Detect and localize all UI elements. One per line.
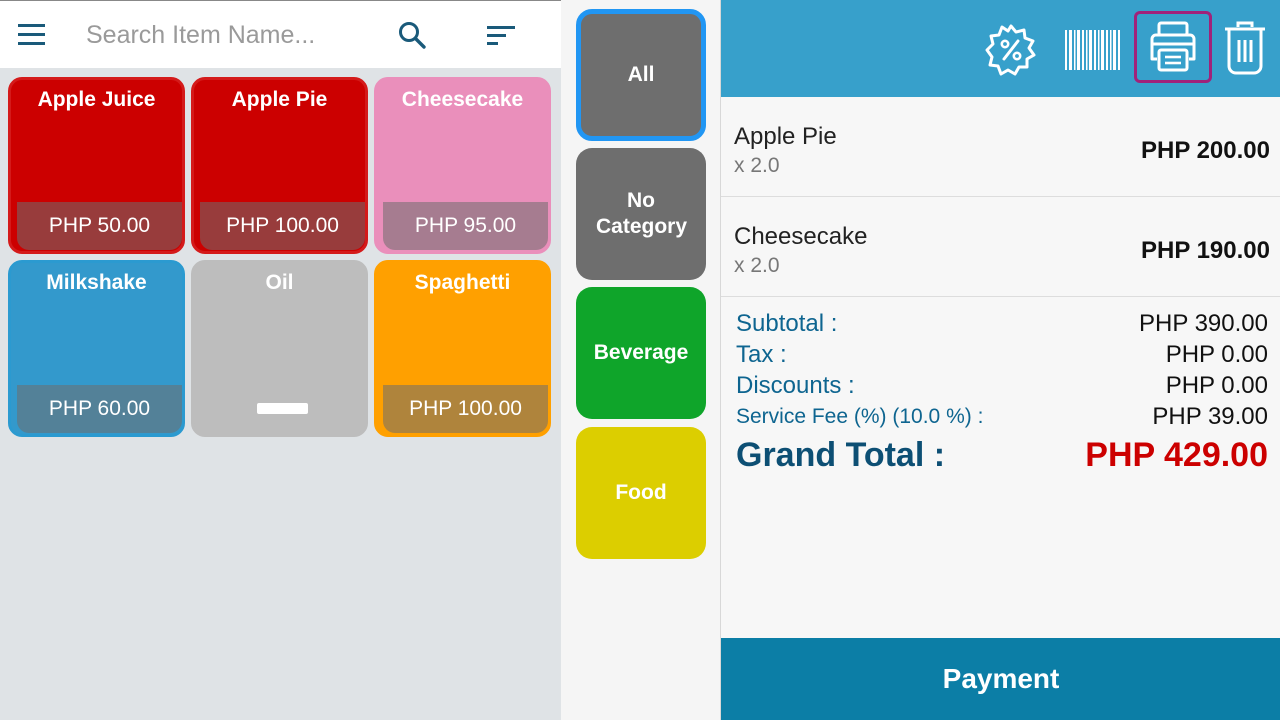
item-grid: Apple Juice PHP 50.00 Apple Pie PHP 100.… <box>8 77 553 447</box>
item-price: PHP 100.00 <box>383 385 548 433</box>
item-tile-oil[interactable]: Oil <box>191 260 368 437</box>
item-price: PHP 100.00 <box>200 202 365 250</box>
trash-icon[interactable] <box>1223 20 1267 76</box>
category-label: No Category <box>596 189 688 238</box>
discounts-label: Discounts : <box>736 372 855 399</box>
subtotal-label: Subtotal : <box>736 310 838 337</box>
totals-summary: Subtotal : PHP 390.00 Tax : PHP 0.00 Dis… <box>736 310 1268 486</box>
item-tile-apple-pie[interactable]: Apple Pie PHP 100.00 <box>191 77 368 254</box>
category-food[interactable]: Food <box>576 427 706 559</box>
item-name: Cheesecake <box>401 88 524 111</box>
service-fee-value: PHP 39.00 <box>1152 403 1268 430</box>
item-name: Apple Juice <box>37 88 156 111</box>
service-fee-label: Service Fee (%) (10.0 %) : <box>736 405 984 428</box>
cart-item-price: PHP 200.00 <box>1141 137 1270 164</box>
category-label: All <box>627 63 655 86</box>
service-fee-row: Service Fee (%) (10.0 %) : PHP 39.00 <box>736 403 1268 434</box>
order-toolbar <box>721 0 1280 97</box>
discount-badge-icon[interactable] <box>983 22 1039 78</box>
item-tile-milkshake[interactable]: Milkshake PHP 60.00 <box>8 260 185 437</box>
discounts-value: PHP 0.00 <box>1165 372 1268 399</box>
menu-icon[interactable] <box>16 21 48 49</box>
category-all[interactable]: All <box>576 9 706 141</box>
payment-button[interactable]: Payment <box>721 638 1280 720</box>
search-icon[interactable] <box>396 19 428 51</box>
category-no-category[interactable]: No Category <box>576 148 706 280</box>
search-bar <box>0 0 561 68</box>
item-price: PHP 50.00 <box>17 202 182 250</box>
no-price-dash <box>257 403 308 414</box>
item-price: PHP 95.00 <box>383 202 548 250</box>
cart-item-price: PHP 190.00 <box>1141 237 1270 264</box>
search-input[interactable] <box>86 15 376 55</box>
category-list: All No Category Beverage Food <box>561 0 720 720</box>
order-panel: Apple Pie x 2.0 PHP 200.00 Cheesecake x … <box>720 0 1280 720</box>
tax-row: Tax : PHP 0.00 <box>736 341 1268 372</box>
item-tile-apple-juice[interactable]: Apple Juice PHP 50.00 <box>8 77 185 254</box>
item-price: PHP 60.00 <box>17 385 182 433</box>
cart-item-name: Cheesecake <box>734 223 868 250</box>
subtotal-row: Subtotal : PHP 390.00 <box>736 310 1268 341</box>
grand-total-row: Grand Total : PHP 429.00 <box>736 436 1268 486</box>
item-name: Apple Pie <box>231 88 328 111</box>
item-name: Oil <box>265 271 294 294</box>
tax-value: PHP 0.00 <box>1165 341 1268 368</box>
pos-app: Apple Juice PHP 50.00 Apple Pie PHP 100.… <box>0 0 1280 720</box>
cart-item-qty: x 2.0 <box>734 154 780 177</box>
item-name: Spaghetti <box>414 271 511 294</box>
sort-icon[interactable] <box>484 21 518 49</box>
item-tile-cheesecake[interactable]: Cheesecake PHP 95.00 <box>374 77 551 254</box>
grand-total-value: PHP 429.00 <box>1085 436 1268 474</box>
category-label: Food <box>615 481 667 504</box>
cart-list: Apple Pie x 2.0 PHP 200.00 Cheesecake x … <box>721 97 1280 297</box>
barcode-icon[interactable] <box>1063 28 1121 72</box>
discounts-row: Discounts : PHP 0.00 <box>736 372 1268 403</box>
category-beverage[interactable]: Beverage <box>576 287 706 419</box>
tax-label: Tax : <box>736 341 787 368</box>
cart-row[interactable]: Apple Pie x 2.0 PHP 200.00 <box>721 97 1280 197</box>
category-label: Beverage <box>593 341 689 364</box>
item-panel: Apple Juice PHP 50.00 Apple Pie PHP 100.… <box>0 0 561 720</box>
printer-icon[interactable] <box>1134 11 1212 83</box>
payment-label: Payment <box>942 663 1060 694</box>
cart-item-name: Apple Pie <box>734 123 837 150</box>
item-name: Milkshake <box>46 271 147 294</box>
cart-row[interactable]: Cheesecake x 2.0 PHP 190.00 <box>721 197 1280 297</box>
item-tile-spaghetti[interactable]: Spaghetti PHP 100.00 <box>374 260 551 437</box>
grand-total-label: Grand Total : <box>736 436 946 474</box>
subtotal-value: PHP 390.00 <box>1139 310 1268 337</box>
cart-item-qty: x 2.0 <box>734 254 780 277</box>
